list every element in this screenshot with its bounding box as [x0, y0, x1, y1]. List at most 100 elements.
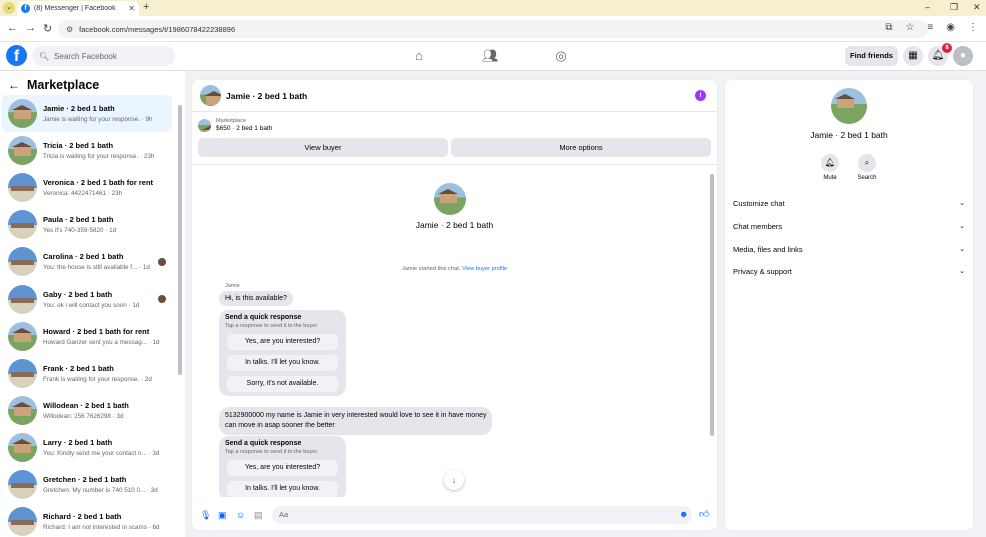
menu-grid-icon[interactable]: ▦: [903, 46, 923, 66]
conversation-item[interactable]: Carolina · 2 bed 1 bath You: the house is…: [2, 243, 172, 280]
gif-icon[interactable]: ▤: [254, 510, 263, 521]
privacy-support-item[interactable]: Privacy & support ⌄: [733, 267, 965, 276]
info-icon[interactable]: i: [695, 90, 706, 101]
profile-icon[interactable]: ◉: [946, 22, 955, 33]
conversation-item[interactable]: Willodean · 2 bed 1 bath Willodean: 256 7…: [2, 392, 172, 429]
thumbs-up-icon[interactable]: 👍︎: [699, 508, 709, 520]
conversation-preview: Tricia is waiting for your response. · 2…: [43, 153, 155, 161]
facebook-logo-icon[interactable]: f: [6, 45, 27, 66]
conversation-avatar: [8, 358, 37, 388]
install-icon[interactable]: ⧉: [885, 22, 892, 33]
conversation-item[interactable]: Richard · 2 bed 1 bath Richard: I am not …: [2, 503, 172, 537]
conversation-avatar: [8, 284, 37, 314]
message-input[interactable]: Aa: [272, 506, 692, 524]
conversation-avatar: [8, 173, 37, 203]
conversation-item[interactable]: Gaby · 2 bed 1 bath You: ok i will contac…: [2, 280, 172, 317]
chat-members-item[interactable]: Chat members ⌄: [733, 222, 965, 231]
message-composer: 🎙︎ ▣ ☺ ▤ Aa ☻ 👍︎: [192, 505, 717, 525]
groups-icon[interactable]: ◎: [553, 48, 569, 64]
chat-window: Jamie · 2 bed 1 bath i Marketplace $650 …: [192, 80, 717, 530]
conversation-item[interactable]: Howard · 2 bed 1 bath for rent Howard Gan…: [2, 318, 172, 355]
facebook-top-nav: f 🔍︎ Search Facebook ⌂ 👥︎ ◎ Find friends…: [0, 42, 986, 71]
emoji-icon[interactable]: ☻: [679, 509, 688, 519]
conversation-avatar: [8, 395, 37, 425]
chat-header: Jamie · 2 bed 1 bath i: [192, 80, 717, 112]
chat-details-panel: Jamie · 2 bed 1 bath 🔔︎ Mute ⌕ Search Cu…: [725, 80, 973, 530]
conversation-name: Frank · 2 bed 1 bath: [43, 363, 114, 373]
chevron-down-icon: ⌄: [959, 223, 965, 230]
conversation-item[interactable]: Gretchen · 2 bed 1 bath Gretchen: My numb…: [2, 466, 172, 503]
conversation-item[interactable]: Tricia · 2 bed 1 bath Tricia is waiting f…: [2, 132, 172, 169]
find-friends-button[interactable]: Find friends: [845, 46, 898, 66]
conversation-item[interactable]: Frank · 2 bed 1 bath Frank is waiting for…: [2, 355, 172, 392]
media-files-links-item[interactable]: Media, files and links ⌄: [733, 245, 965, 254]
conversation-item[interactable]: Veronica · 2 bed 1 bath for rent Veronica…: [2, 169, 172, 206]
bookmark-star-icon[interactable]: ☆: [905, 22, 914, 33]
started-text: Jamie started this chat.: [401, 266, 461, 272]
microphone-icon[interactable]: 🎙︎: [200, 510, 211, 521]
forward-icon[interactable]: →: [25, 22, 36, 34]
quick-response-option[interactable]: Yes, are you interested?: [227, 460, 338, 476]
message-area: Jamie · 2 bed 1 bath Jamie started this …: [192, 164, 717, 497]
view-buyer-profile-link[interactable]: View buyer profile: [462, 266, 507, 272]
conversation-avatar: [8, 210, 37, 240]
sidebar-scrollbar[interactable]: [178, 105, 182, 375]
view-buyer-button[interactable]: View buyer: [198, 138, 448, 157]
minimize-icon[interactable]: –: [925, 2, 930, 12]
photo-icon[interactable]: ▣: [218, 510, 227, 521]
friends-icon[interactable]: 👥︎: [482, 48, 499, 64]
site-info-icon[interactable]: ⚙: [66, 25, 73, 34]
chat-scrollbar[interactable]: [710, 174, 714, 436]
search-icon: 🔍︎: [39, 51, 50, 61]
reload-icon[interactable]: ↻: [43, 22, 52, 35]
notification-badge: 8: [942, 43, 952, 53]
close-tab-icon[interactable]: ✕: [128, 4, 135, 13]
address-bar: ← → ↻ ⚙ facebook.com/messages/t/19860784…: [0, 16, 986, 42]
conversation-avatar: [8, 507, 37, 537]
conversation-avatar: [8, 136, 37, 166]
listing-price: $650 · 2 bed 1 bath: [216, 125, 273, 132]
media-icon[interactable]: ≡: [927, 22, 933, 33]
account-avatar[interactable]: ●: [953, 46, 973, 66]
message-bubble: 5132900000 my name is Jamie in very inte…: [219, 407, 493, 435]
facebook-search-input[interactable]: 🔍︎ Search Facebook: [32, 46, 175, 66]
customize-chat-item[interactable]: Customize chat ⌄: [733, 199, 965, 208]
quick-response-option[interactable]: In talks. I'll let you know.: [227, 355, 338, 371]
url-field[interactable]: ⚙ facebook.com/messages/t/19860784222388…: [58, 20, 928, 38]
conversation-avatar: [8, 432, 37, 462]
more-options-button[interactable]: More options: [451, 138, 711, 157]
conversation-item[interactable]: Jamie · 2 bed 1 bath Jamie is waiting for…: [2, 95, 172, 133]
conversation-item[interactable]: Paula · 2 bed 1 bath Yes it's 740-359-582…: [2, 206, 172, 243]
quick-response-option[interactable]: In talks. I'll let you know.: [227, 481, 338, 497]
conversation-preview: You: the house is still available f... ·…: [43, 264, 150, 272]
browser-tab[interactable]: f (8) Messenger | Facebook ✕: [17, 1, 139, 16]
back-icon[interactable]: ←: [7, 22, 18, 34]
maximize-icon[interactable]: ❐: [950, 2, 958, 13]
search-conversation-button[interactable]: ⌕ Search: [847, 154, 887, 181]
search-icon: ⌕: [858, 154, 876, 172]
quick-response-option[interactable]: Yes, are you interested?: [227, 334, 338, 350]
message-line: can move in asap sooner the better: [225, 422, 335, 429]
facebook-favicon-icon: f: [21, 4, 30, 13]
tab-title: (8) Messenger | Facebook: [34, 5, 116, 12]
back-arrow-icon[interactable]: ←: [8, 78, 20, 92]
conversation-name: Willodean · 2 bed 1 bath: [43, 400, 129, 410]
tab-search-icon[interactable]: ⌄: [3, 2, 15, 14]
quick-response-option[interactable]: Sorry, it's not available.: [227, 376, 338, 392]
browser-menu-icon[interactable]: ⋮: [968, 22, 978, 33]
new-tab-button[interactable]: +: [143, 1, 149, 13]
conversation-preview: Jamie is waiting for your response. · 9h: [43, 116, 153, 124]
mute-button[interactable]: 🔔︎ Mute: [810, 154, 850, 181]
chat-avatar[interactable]: [200, 85, 221, 106]
sticker-icon[interactable]: ☺: [236, 510, 245, 520]
browser-tab-bar: ⌄ f (8) Messenger | Facebook ✕ + – ❐ ✕: [0, 0, 986, 16]
quick-response-box: Send a quick response Tap a response to …: [219, 436, 346, 497]
home-icon[interactable]: ⌂: [411, 48, 427, 64]
chat-started-notice: Jamie started this chat. View buyer prof…: [192, 266, 717, 272]
scroll-down-icon[interactable]: ↓: [444, 470, 464, 490]
close-window-icon[interactable]: ✕: [973, 2, 981, 13]
conversation-name: Richard · 2 bed 1 bath: [43, 512, 122, 522]
search-placeholder: Search Facebook: [54, 51, 117, 61]
conversation-item[interactable]: Larry · 2 bed 1 bath You: Kindly send me …: [2, 429, 172, 466]
chat-title[interactable]: Jamie · 2 bed 1 bath: [226, 91, 307, 101]
